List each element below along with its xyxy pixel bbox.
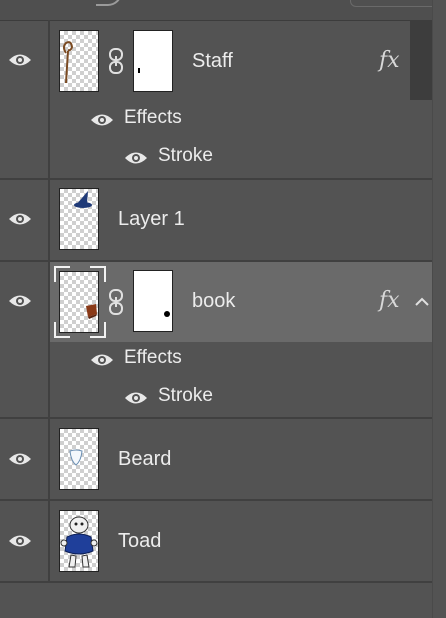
layer-name-staff[interactable]: Staff (192, 50, 233, 73)
layer-row-staff[interactable]: Staff fx Effects Stroke (0, 20, 432, 180)
toad-character-thumbnail[interactable] (59, 510, 99, 572)
beard-thumbnail[interactable] (59, 428, 99, 490)
effects-label[interactable]: Effects (124, 107, 182, 129)
mask-mark (138, 68, 140, 73)
visibility-column (0, 180, 50, 260)
stroke-eye-icon[interactable] (124, 150, 148, 166)
visibility-column (0, 501, 50, 581)
layer-main-layer-1[interactable]: Layer 1 (50, 180, 432, 260)
fx-icon[interactable]: fx (379, 288, 400, 313)
mask-mark (164, 311, 170, 317)
layer-row-layer-1[interactable]: Layer 1 (0, 180, 432, 262)
selection-corner-br (90, 322, 106, 338)
stroke-label[interactable]: Stroke (158, 145, 213, 167)
link-chain-icon[interactable] (108, 289, 124, 315)
layer-row-book[interactable]: book fx Effects Stroke (0, 262, 432, 419)
staff-thumbnail[interactable] (59, 30, 99, 92)
layer-row-toad[interactable]: Toad (0, 501, 432, 583)
visibility-eye-icon[interactable] (8, 52, 32, 68)
effects-eye-icon[interactable] (90, 352, 114, 368)
layer-mask-thumbnail[interactable] (133, 270, 173, 332)
visibility-column (0, 419, 50, 499)
scrollbar-thumb[interactable] (410, 20, 432, 100)
link-chain-icon[interactable] (108, 48, 124, 74)
partial-icon (96, 0, 122, 6)
layer-mask-thumbnail[interactable] (133, 30, 173, 92)
effects-eye-icon[interactable] (90, 112, 114, 128)
toad-character-icon (60, 516, 98, 568)
staff-icon (63, 41, 74, 84)
selection-corner-tr (90, 266, 106, 282)
wizard-hat-thumbnail[interactable] (59, 188, 99, 250)
scrollbar-track[interactable] (432, 0, 446, 618)
visibility-column (0, 262, 50, 417)
layer-name-beard[interactable]: Beard (118, 448, 171, 471)
visibility-column (0, 20, 50, 178)
beard-icon (69, 449, 83, 466)
visibility-eye-icon[interactable] (8, 533, 32, 549)
collapse-chevron-icon[interactable] (412, 292, 432, 312)
layer-name-layer-1[interactable]: Layer 1 (118, 208, 185, 231)
fx-icon[interactable]: fx (379, 48, 400, 73)
visibility-eye-icon[interactable] (8, 451, 32, 467)
layer-main-toad[interactable]: Toad (50, 501, 432, 581)
layers-panel: Staff fx Effects Stroke Layer 1 book fx … (0, 0, 446, 618)
visibility-eye-icon[interactable] (8, 293, 32, 309)
layer-main-beard[interactable]: Beard (50, 419, 432, 499)
selection-corner-tl (54, 266, 70, 282)
selection-corner-bl (54, 322, 70, 338)
stroke-label[interactable]: Stroke (158, 385, 213, 407)
layer-name-toad[interactable]: Toad (118, 530, 161, 553)
stroke-eye-icon[interactable] (124, 390, 148, 406)
layer-row-beard[interactable]: Beard (0, 419, 432, 501)
layer-name-book[interactable]: book (192, 290, 235, 313)
layer-main-staff[interactable]: Staff fx (50, 20, 432, 100)
layer-main-book[interactable]: book fx (50, 262, 432, 342)
effects-label[interactable]: Effects (124, 347, 182, 369)
wizard-hat-icon (74, 191, 92, 208)
visibility-eye-icon[interactable] (8, 211, 32, 227)
panel-top-bar (0, 0, 446, 21)
